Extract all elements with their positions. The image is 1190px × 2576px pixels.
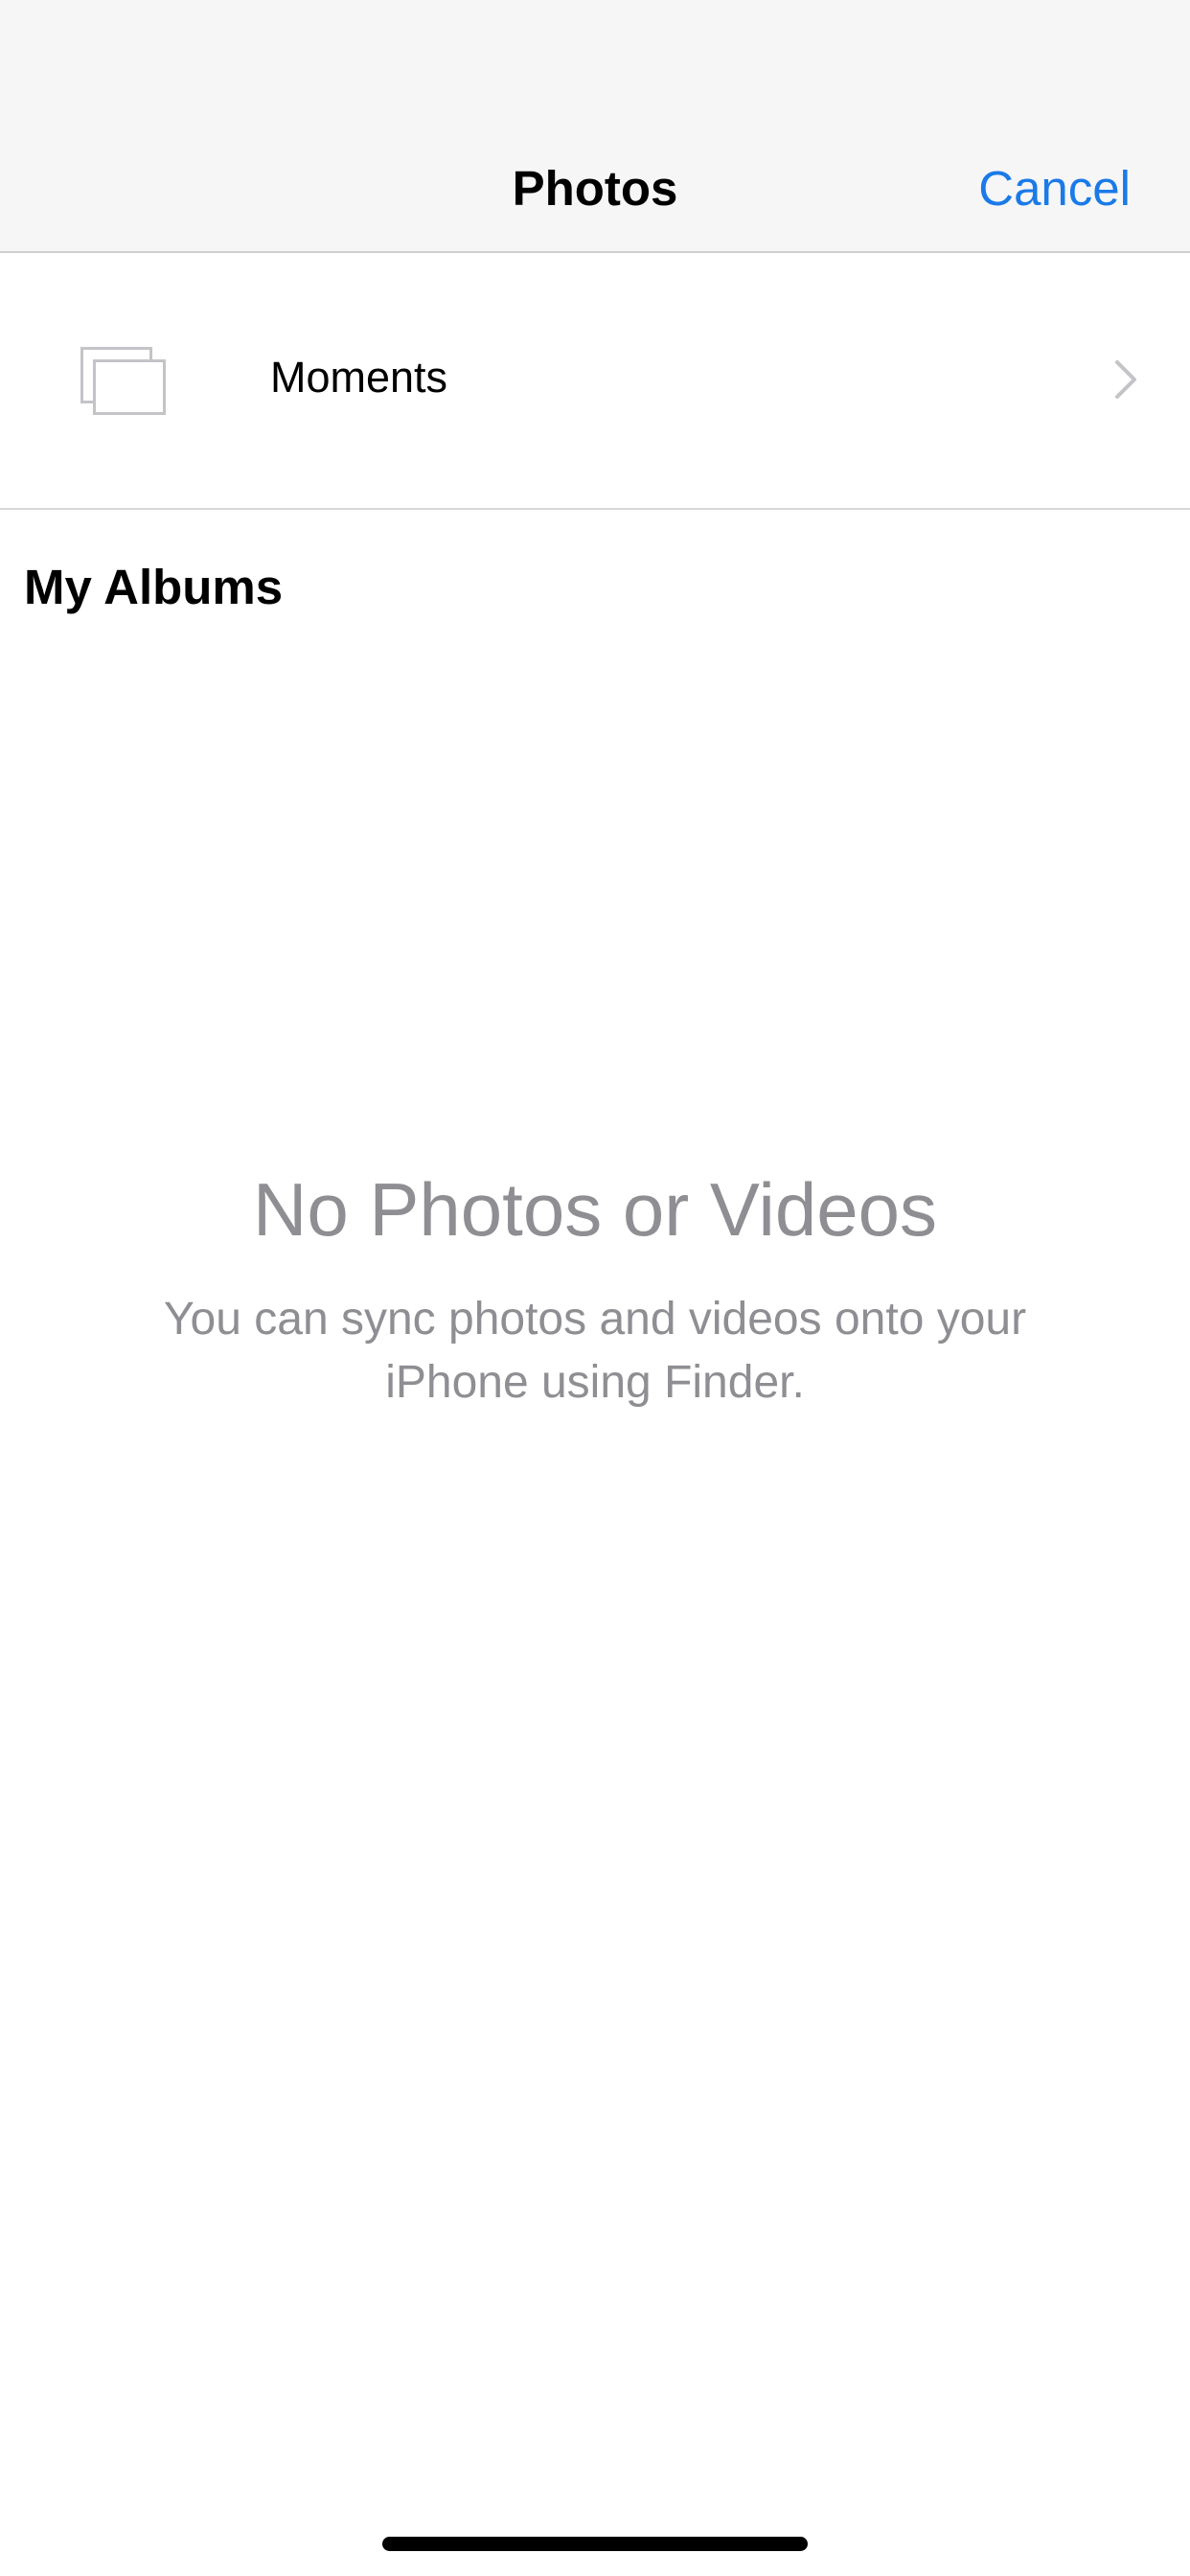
- my-albums-header: My Albums: [24, 560, 284, 614]
- moments-stack-icon: [80, 347, 166, 415]
- moments-row[interactable]: Moments: [0, 253, 1190, 510]
- cancel-button[interactable]: Cancel: [978, 157, 1131, 220]
- home-indicator[interactable]: [382, 2537, 808, 2551]
- chevron-right-icon: [1115, 360, 1136, 399]
- navigation-bar: Photos Cancel: [0, 0, 1190, 253]
- moments-label: Moments: [270, 353, 448, 402]
- empty-state-message: You can sync photos and videos onto your…: [163, 1294, 1027, 1408]
- empty-state-title: No Photos or Videos: [253, 1167, 937, 1252]
